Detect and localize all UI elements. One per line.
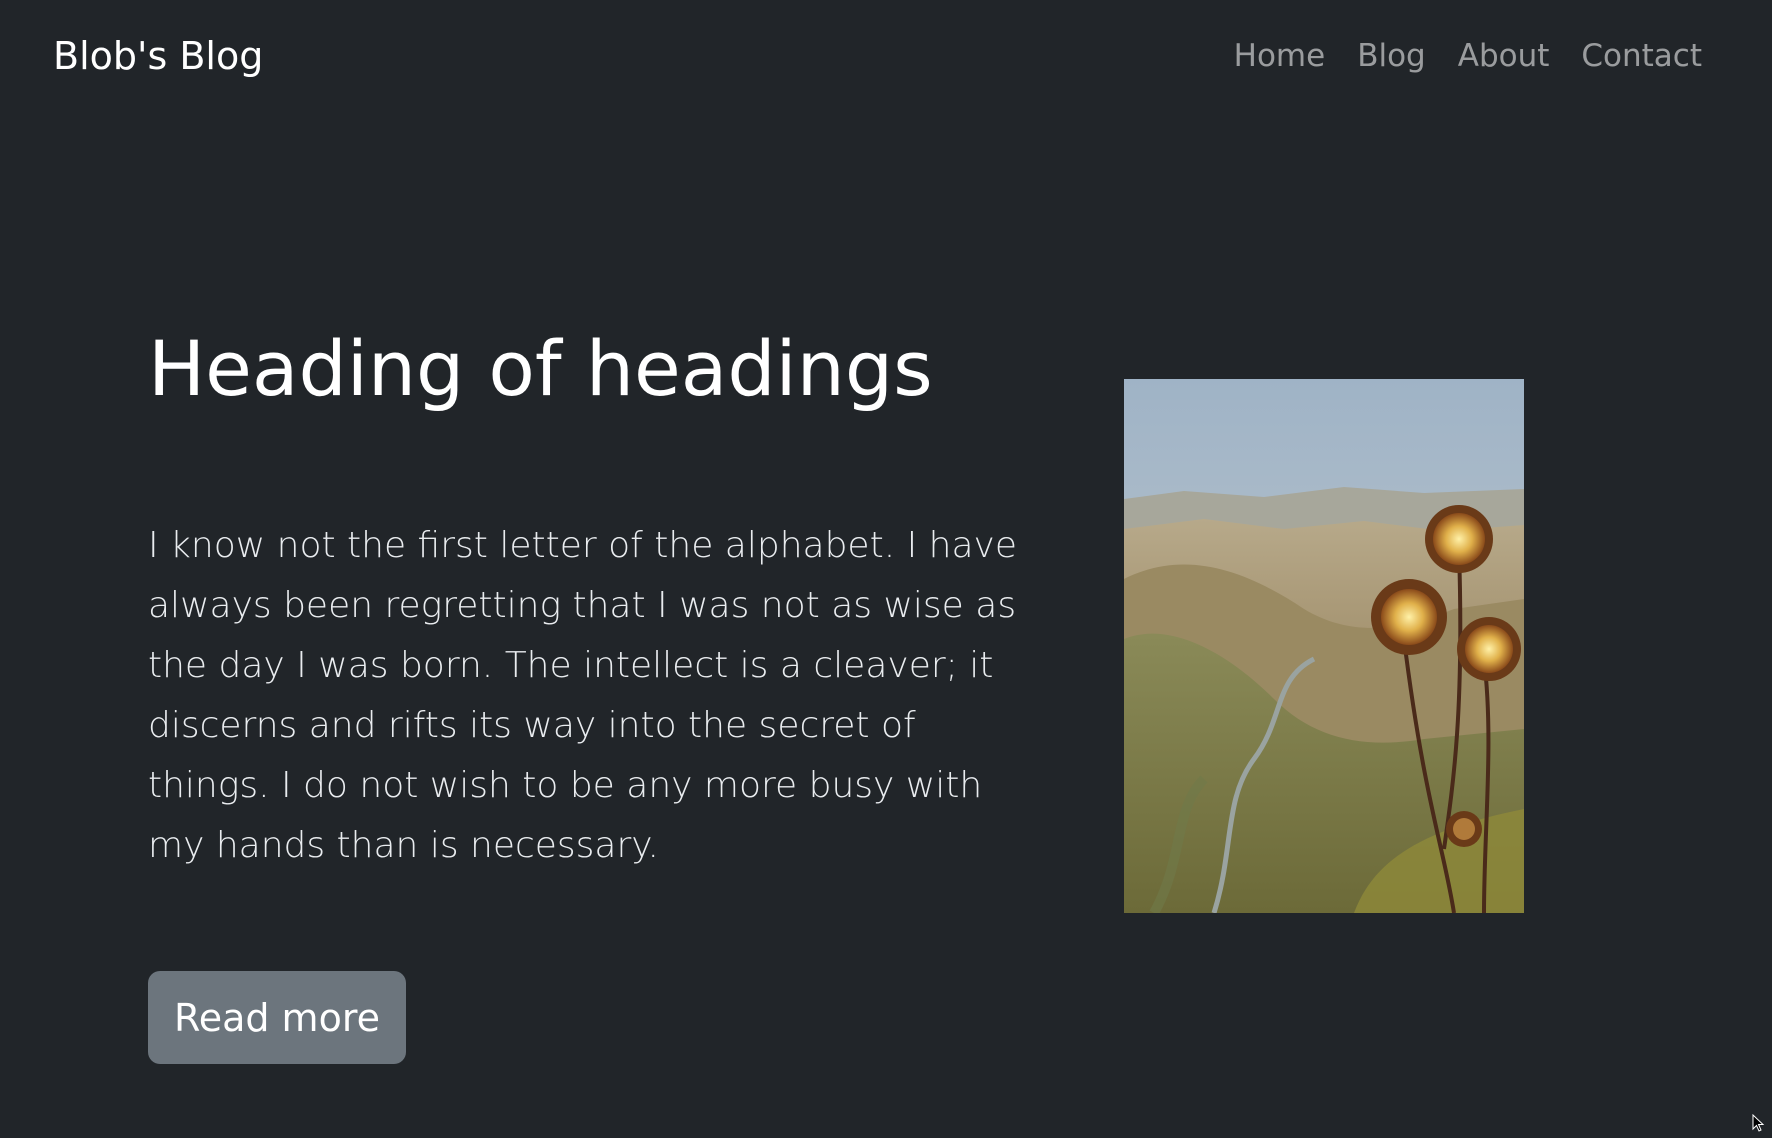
read-more-button[interactable]: Read more — [148, 971, 406, 1064]
mouse-cursor-icon — [1752, 1114, 1765, 1132]
navbar: Blob's Blog Home Blog About Contact — [0, 0, 1772, 120]
brand-link[interactable]: Blob's Blog — [53, 34, 263, 78]
hero-title: Heading of headings — [148, 324, 933, 413]
nav-link-home[interactable]: Home — [1218, 38, 1342, 74]
hero-image — [1124, 379, 1524, 913]
nav-links: Home Blog About Contact — [1218, 38, 1702, 74]
nav-link-blog[interactable]: Blog — [1341, 38, 1442, 74]
page: Blob's Blog Home Blog About Contact Head… — [0, 0, 1772, 1138]
nav-link-about[interactable]: About — [1442, 38, 1566, 74]
hero-text: I know not the first letter of the alpha… — [148, 525, 1017, 866]
nav-link-contact[interactable]: Contact — [1565, 38, 1702, 74]
